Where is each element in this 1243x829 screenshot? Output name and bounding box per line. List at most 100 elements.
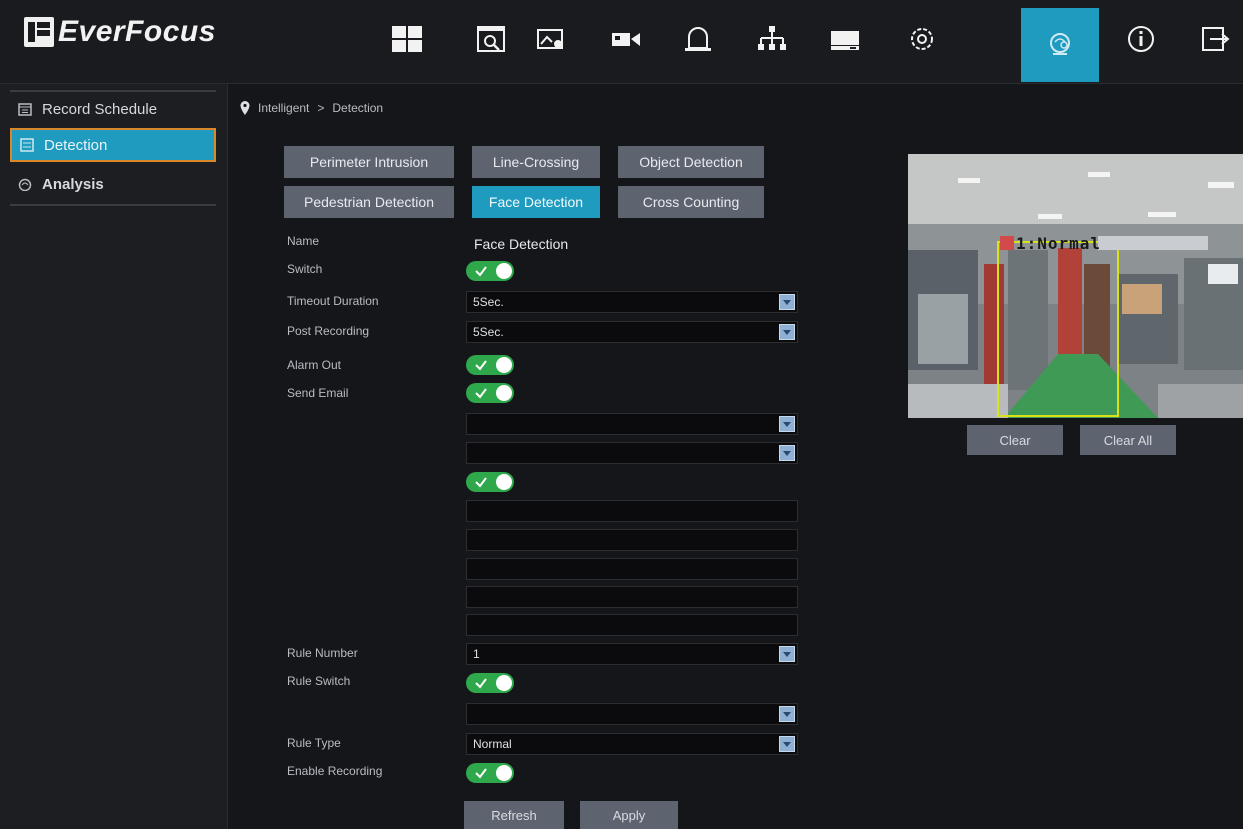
image-settings-button[interactable] <box>521 8 581 70</box>
rule-switch-toggle[interactable] <box>466 673 514 693</box>
unlabeled-text-field-5[interactable] <box>466 614 798 636</box>
enable-recording-toggle[interactable] <box>466 763 514 783</box>
tab-face-detection[interactable]: Face Detection <box>472 186 600 218</box>
toggle-knob <box>496 385 512 401</box>
storage-button[interactable] <box>815 8 875 70</box>
grid-icon <box>392 26 422 52</box>
rule-type-value: Normal <box>473 737 512 751</box>
analysis-icon <box>18 178 32 191</box>
check-icon <box>475 678 487 689</box>
top-navigation-bar: EverFocus <box>0 0 1243 84</box>
rule-number-select[interactable]: 1 <box>466 643 798 665</box>
rule-type-label: Rule Type <box>287 736 341 750</box>
tab-perimeter-intrusion[interactable]: Perimeter Intrusion <box>284 146 454 178</box>
check-icon <box>475 768 487 779</box>
alarm-button[interactable] <box>668 8 728 70</box>
chevron-down-icon[interactable] <box>779 416 795 432</box>
camera-button[interactable] <box>596 8 656 70</box>
sidebar-item-record-schedule[interactable]: Record Schedule <box>10 92 216 126</box>
refresh-button[interactable]: Refresh <box>464 801 564 829</box>
everfocus-logo: EverFocus <box>24 14 216 50</box>
rule-number-label: Rule Number <box>287 646 358 660</box>
info-button[interactable] <box>1111 8 1171 70</box>
check-icon <box>475 266 487 277</box>
breadcrumb-root[interactable]: Intelligent <box>258 101 309 115</box>
unlabeled-text-field-1[interactable] <box>466 500 798 522</box>
rule-type-select[interactable]: Normal <box>466 733 798 755</box>
chevron-down-icon[interactable] <box>779 646 795 662</box>
search-playback-icon <box>477 26 505 52</box>
toggle-knob <box>496 765 512 781</box>
playback-button[interactable] <box>462 8 522 70</box>
detection-icon <box>20 138 34 152</box>
calendar-icon <box>18 103 32 116</box>
send-email-toggle[interactable] <box>466 383 514 403</box>
logo-text: EverFocus <box>58 15 216 48</box>
post-recording-label: Post Recording <box>287 324 370 338</box>
camera-icon <box>612 33 640 46</box>
tab-object-detection[interactable]: Object Detection <box>618 146 764 178</box>
camera-scene <box>908 154 1243 418</box>
chevron-down-icon[interactable] <box>779 706 795 722</box>
timeout-duration-select[interactable]: 5Sec. <box>466 291 798 313</box>
alarm-bell-icon <box>685 27 711 51</box>
timeout-duration-value: 5Sec. <box>473 295 504 309</box>
unlabeled-text-field-2[interactable] <box>466 529 798 551</box>
rule-number-value: 1 <box>473 647 480 661</box>
system-button[interactable] <box>892 8 952 70</box>
unlabeled-select-1[interactable] <box>466 413 798 435</box>
switch-toggle[interactable] <box>466 261 514 281</box>
tab-cross-counting[interactable]: Cross Counting <box>618 186 764 218</box>
info-icon <box>1128 26 1154 52</box>
breadcrumb: Intelligent > Detection <box>240 98 383 118</box>
intelligent-button[interactable] <box>1021 8 1099 82</box>
live-view-button[interactable] <box>377 8 437 70</box>
chevron-down-icon[interactable] <box>779 294 795 310</box>
post-recording-select[interactable]: 5Sec. <box>466 321 798 343</box>
network-button[interactable] <box>742 8 802 70</box>
clear-button[interactable]: Clear <box>967 425 1063 455</box>
name-value: Face Detection <box>474 236 569 252</box>
chevron-down-icon[interactable] <box>779 736 795 752</box>
send-email-label: Send Email <box>287 386 349 400</box>
check-icon <box>475 388 487 399</box>
clear-all-button[interactable]: Clear All <box>1080 425 1176 455</box>
sidebar-item-detection[interactable]: Detection <box>10 128 216 162</box>
toggle-knob <box>496 263 512 279</box>
timeout-duration-label: Timeout Duration <box>287 294 379 308</box>
tab-line-crossing[interactable]: Line-Crossing <box>472 146 600 178</box>
face-ai-icon <box>1050 33 1070 55</box>
rule-switch-label: Rule Switch <box>287 674 351 688</box>
name-label: Name <box>287 234 320 248</box>
tab-pedestrian-detection[interactable]: Pedestrian Detection <box>284 186 454 218</box>
chevron-down-icon[interactable] <box>779 324 795 340</box>
apply-button[interactable]: Apply <box>580 801 678 829</box>
sidebar-item-analysis[interactable]: Analysis <box>10 167 216 201</box>
app-window: EverFocus Record Schedule Detection Anal… <box>0 0 1243 829</box>
sidebar-item-label: Analysis <box>42 175 104 193</box>
rule-overlay-label: 1:Normal <box>1016 234 1102 253</box>
sidebar-item-label: Record Schedule <box>42 100 158 118</box>
chevron-down-icon[interactable] <box>779 445 795 461</box>
unlabeled-select-2[interactable] <box>466 442 798 464</box>
unlabeled-toggle[interactable] <box>466 472 514 492</box>
toggle-knob <box>496 675 512 691</box>
sidebar: Record Schedule Detection Analysis <box>0 84 228 829</box>
unlabeled-text-field-4[interactable] <box>466 586 798 608</box>
alarm-out-toggle[interactable] <box>466 355 514 375</box>
camera-preview[interactable]: 1:Normal <box>908 154 1243 418</box>
hdd-icon <box>831 31 859 50</box>
unlabeled-text-field-3[interactable] <box>466 558 798 580</box>
check-icon <box>475 360 487 371</box>
alarm-out-label: Alarm Out <box>287 358 342 372</box>
toggle-knob <box>496 357 512 373</box>
logo-mark <box>24 17 54 47</box>
toggle-knob <box>496 474 512 490</box>
location-pin-icon <box>240 101 250 115</box>
image-settings-icon <box>537 29 563 49</box>
breadcrumb-current: Detection <box>332 101 384 115</box>
enable-recording-label: Enable Recording <box>287 764 383 778</box>
network-icon <box>758 26 786 50</box>
unlabeled-select-3[interactable] <box>466 703 798 725</box>
logout-button[interactable] <box>1187 8 1243 70</box>
